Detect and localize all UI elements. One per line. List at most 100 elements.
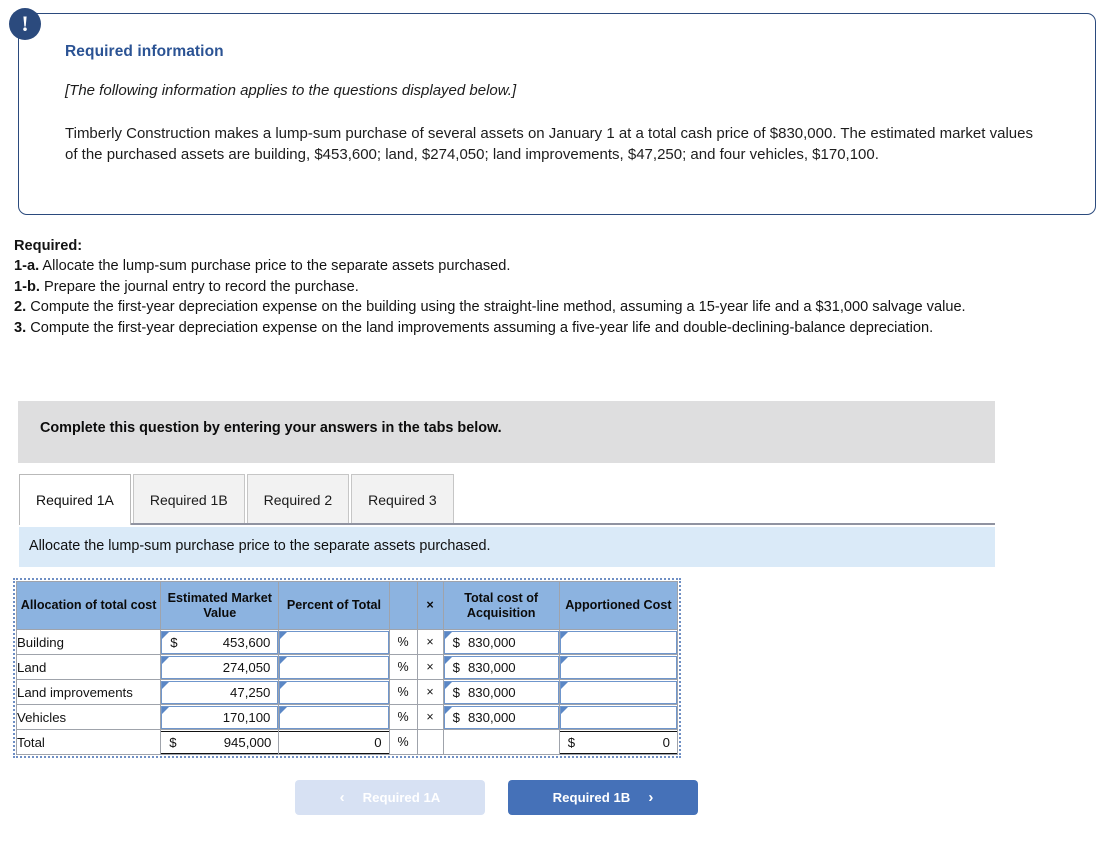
callout-italic-note: [The following information applies to th… [65, 82, 517, 99]
cell-tca-land-improvements: $ 830,000 [442, 679, 560, 705]
cell-apportioned-total: $ 0 [558, 729, 679, 755]
tca-input-land[interactable]: $ 830,000 [443, 655, 559, 679]
percent-symbol-total: % [388, 729, 418, 755]
table-row: Land 274,050 % × $ 830,000 [15, 654, 679, 680]
table-row: Building $ 453,600 % × $ 830,000 [15, 629, 679, 655]
tab-required-2[interactable]: Required 2 [246, 474, 350, 525]
tab-required-1a-label: Required 1A [36, 492, 114, 508]
table-total-row: Total $ 945,000 0 % $ 0 [15, 729, 679, 755]
emv-input-building[interactable]: $ 453,600 [161, 630, 279, 654]
cell-marker-icon [162, 656, 170, 664]
required-item-1a: 1-a. Allocate the lump-sum purchase pric… [14, 258, 511, 275]
cell-apportioned-building [558, 629, 679, 655]
tab-content-instruction: Allocate the lump-sum purchase price to … [19, 527, 995, 567]
cell-emv-vehicles: 170,100 [160, 704, 280, 730]
table-header-row: Allocation of total cost Estimated Marke… [15, 581, 679, 630]
table-row: Land improvements 47,250 % × $ 830,000 [15, 679, 679, 705]
tca-value-building: 830,000 [467, 634, 516, 650]
percent-input-land-improvements[interactable] [279, 680, 389, 704]
tab-required-3-label: Required 3 [368, 492, 437, 508]
required-heading: Required: [14, 238, 83, 254]
tca-value-land-improvements: 830,000 [467, 684, 516, 700]
percent-total-value: 0 [374, 734, 382, 750]
cell-marker-icon [280, 656, 288, 664]
multiply-icon-land: × [416, 654, 444, 680]
callout-body-text: Timberly Construction makes a lump-sum p… [65, 125, 1033, 163]
tab-required-1b[interactable]: Required 1B [132, 474, 245, 525]
tab-required-3[interactable]: Required 3 [351, 474, 454, 525]
cell-marker-icon [280, 706, 288, 714]
instruction-banner-text: Complete this question by entering your … [40, 420, 502, 436]
tca-input-building[interactable]: $ 830,000 [443, 630, 559, 654]
cell-marker-icon [162, 681, 170, 689]
instruction-banner: Complete this question by entering your … [18, 401, 995, 463]
percent-input-vehicles[interactable] [279, 705, 389, 729]
cell-tca-total [442, 729, 560, 755]
cell-marker-icon [444, 681, 452, 689]
apportioned-total-currency: $ [567, 734, 576, 750]
emv-value-vehicles: 170,100 [222, 709, 271, 725]
emv-total-currency: $ [169, 734, 177, 750]
tca-input-vehicles[interactable]: $ 830,000 [443, 705, 559, 729]
cell-percent-building [278, 629, 390, 655]
tca-value-vehicles: 830,000 [467, 709, 516, 725]
cell-tca-vehicles: $ 830,000 [442, 704, 560, 730]
header-multiply-icon: × [416, 581, 444, 630]
header-percent-symbol-spacer [388, 581, 418, 630]
previous-button-label: Required 1A [362, 790, 441, 805]
cell-emv-building: $ 453,600 [160, 629, 280, 655]
apportioned-input-building[interactable] [559, 630, 677, 654]
table-header: Allocation of total cost Estimated Marke… [15, 581, 679, 630]
next-required-1b-button[interactable]: Required 1B › [508, 780, 698, 815]
emv-value-building: 453,600 [222, 634, 271, 650]
exclamation-icon: ! [9, 8, 41, 40]
tab-underline-divider [19, 523, 995, 525]
apportioned-input-vehicles[interactable] [559, 705, 677, 729]
tca-total [444, 731, 559, 754]
multiply-icon-land-improvements: × [416, 679, 444, 705]
cell-percent-total: 0 [278, 729, 390, 755]
header-percent-of-total: Percent of Total [278, 581, 390, 630]
emv-input-land[interactable]: 274,050 [161, 655, 279, 679]
previous-required-1a-button[interactable]: ‹ Required 1A [295, 780, 485, 815]
tca-input-land-improvements[interactable]: $ 830,000 [443, 680, 559, 704]
apportioned-input-land[interactable] [559, 655, 677, 679]
cell-marker-icon [280, 681, 288, 689]
required-item-3: 3. Compute the first-year depreciation e… [14, 319, 934, 336]
cell-marker-icon [444, 631, 452, 639]
cell-percent-land-improvements [278, 679, 390, 705]
cell-marker-icon [560, 706, 568, 714]
cell-percent-land [278, 654, 390, 680]
cell-marker-icon [280, 631, 288, 639]
callout-box: Required information [The following info… [18, 13, 1096, 215]
multiply-icon-vehicles: × [416, 704, 444, 730]
row-label-land: Land [15, 654, 162, 680]
cell-emv-land-improvements: 47,250 [160, 679, 280, 705]
allocation-table: Allocation of total cost Estimated Marke… [15, 581, 679, 755]
row-label-building: Building [15, 629, 162, 655]
percent-input-land[interactable] [279, 655, 389, 679]
percent-symbol-building: % [388, 629, 418, 655]
cell-marker-icon [444, 656, 452, 664]
cell-apportioned-land-improvements [558, 679, 679, 705]
percent-symbol-land-improvements: % [388, 679, 418, 705]
next-button-label: Required 1B [552, 790, 631, 805]
cell-marker-icon [560, 681, 568, 689]
apportioned-total: $ 0 [559, 730, 677, 754]
table-body: Building $ 453,600 % × $ 830,000 Land 27… [15, 629, 679, 755]
tab-content-instruction-text: Allocate the lump-sum purchase price to … [29, 538, 491, 554]
apportioned-input-land-improvements[interactable] [559, 680, 677, 704]
cell-emv-land: 274,050 [160, 654, 280, 680]
required-tasks-list: Required: 1-a. Allocate the lump-sum pur… [14, 236, 1074, 338]
emv-input-land-improvements[interactable]: 47,250 [161, 680, 279, 704]
row-label-vehicles: Vehicles [15, 704, 162, 730]
emv-input-vehicles[interactable]: 170,100 [161, 705, 279, 729]
cell-emv-total: $ 945,000 [160, 729, 280, 755]
emv-value-land-improvements: 47,250 [230, 684, 271, 700]
emv-value-land: 274,050 [222, 659, 271, 675]
cell-tca-land: $ 830,000 [442, 654, 560, 680]
tab-required-1a[interactable]: Required 1A [19, 474, 131, 527]
percent-input-building[interactable] [279, 630, 389, 654]
percent-symbol-land: % [388, 654, 418, 680]
cell-marker-icon [560, 631, 568, 639]
